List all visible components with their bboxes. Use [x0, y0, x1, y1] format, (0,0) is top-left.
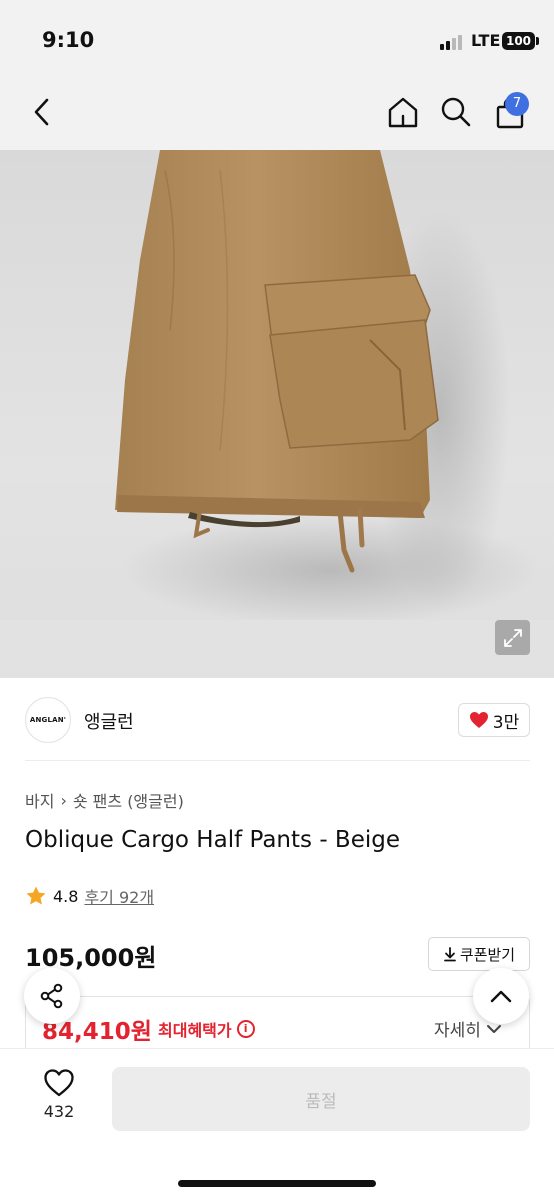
review-link[interactable]: 후기 92개 [84, 884, 154, 908]
rating-value: 4.8 [53, 886, 79, 906]
info-icon[interactable]: i [236, 1020, 255, 1038]
section-divider [25, 760, 530, 761]
search-icon [441, 97, 471, 127]
battery-tip [536, 37, 539, 45]
product-title: Oblique Cargo Half Pants - Beige [25, 827, 400, 853]
coupon-label: 쿠폰받기 [459, 945, 516, 964]
breadcrumb-separator-icon: › [60, 790, 67, 810]
home-icon [388, 97, 418, 128]
brand-like-button[interactable]: 3만 [458, 703, 530, 737]
share-button[interactable] [24, 968, 80, 1024]
wishlist-count: 432 [43, 1102, 75, 1121]
network-type: LTE [471, 31, 501, 50]
home-button[interactable] [383, 92, 423, 132]
status-time: 9:10 [42, 28, 95, 52]
rating-row: 4.8 후기 92개 [25, 884, 154, 908]
cart-count-badge: 7 [505, 92, 529, 116]
brand-name[interactable]: 앵글런 [84, 708, 134, 734]
expand-icon [503, 628, 522, 647]
status-bar: 9:10 LTE 100 [0, 0, 554, 80]
battery-icon: 100 [502, 32, 535, 50]
image-footer [0, 620, 554, 678]
breadcrumb-category[interactable]: 바지 [25, 788, 54, 812]
star-icon [26, 886, 46, 905]
download-icon [443, 947, 456, 962]
breadcrumb: 바지 › 숏 팬츠 (앵글런) [25, 788, 184, 812]
brand-like-count: 3만 [492, 712, 520, 733]
share-icon [40, 983, 63, 1009]
heart-outline-icon [44, 1069, 74, 1097]
cargo-pants-image [115, 150, 540, 625]
detail-toggle-label: 자세히 [434, 1021, 481, 1041]
coupon-button[interactable]: 쿠폰받기 [428, 937, 530, 971]
brand-logo-text: ANGLAN' [29, 716, 67, 724]
benefit-label: 최대혜택가 i [158, 1017, 255, 1041]
heart-filled-icon [469, 712, 488, 728]
back-button[interactable] [22, 92, 62, 132]
home-indicator [178, 1180, 376, 1187]
expand-image-button[interactable] [495, 620, 530, 655]
soldout-button: 품절 [112, 1067, 530, 1131]
chevron-down-icon [486, 1024, 501, 1033]
product-image[interactable] [0, 150, 554, 678]
search-button[interactable] [436, 92, 476, 132]
chevron-up-icon [490, 990, 512, 1003]
signal-strength-icon [440, 34, 466, 50]
wishlist-button[interactable]: 432 [28, 1068, 90, 1130]
benefit-label-text: 최대혜택가 [158, 1021, 232, 1040]
brand-logo[interactable]: ANGLAN' [25, 697, 71, 743]
chevron-left-icon [34, 98, 49, 126]
scroll-top-button[interactable] [473, 968, 529, 1024]
breadcrumb-subcategory[interactable]: 숏 팬츠 (앵글런) [73, 788, 184, 812]
